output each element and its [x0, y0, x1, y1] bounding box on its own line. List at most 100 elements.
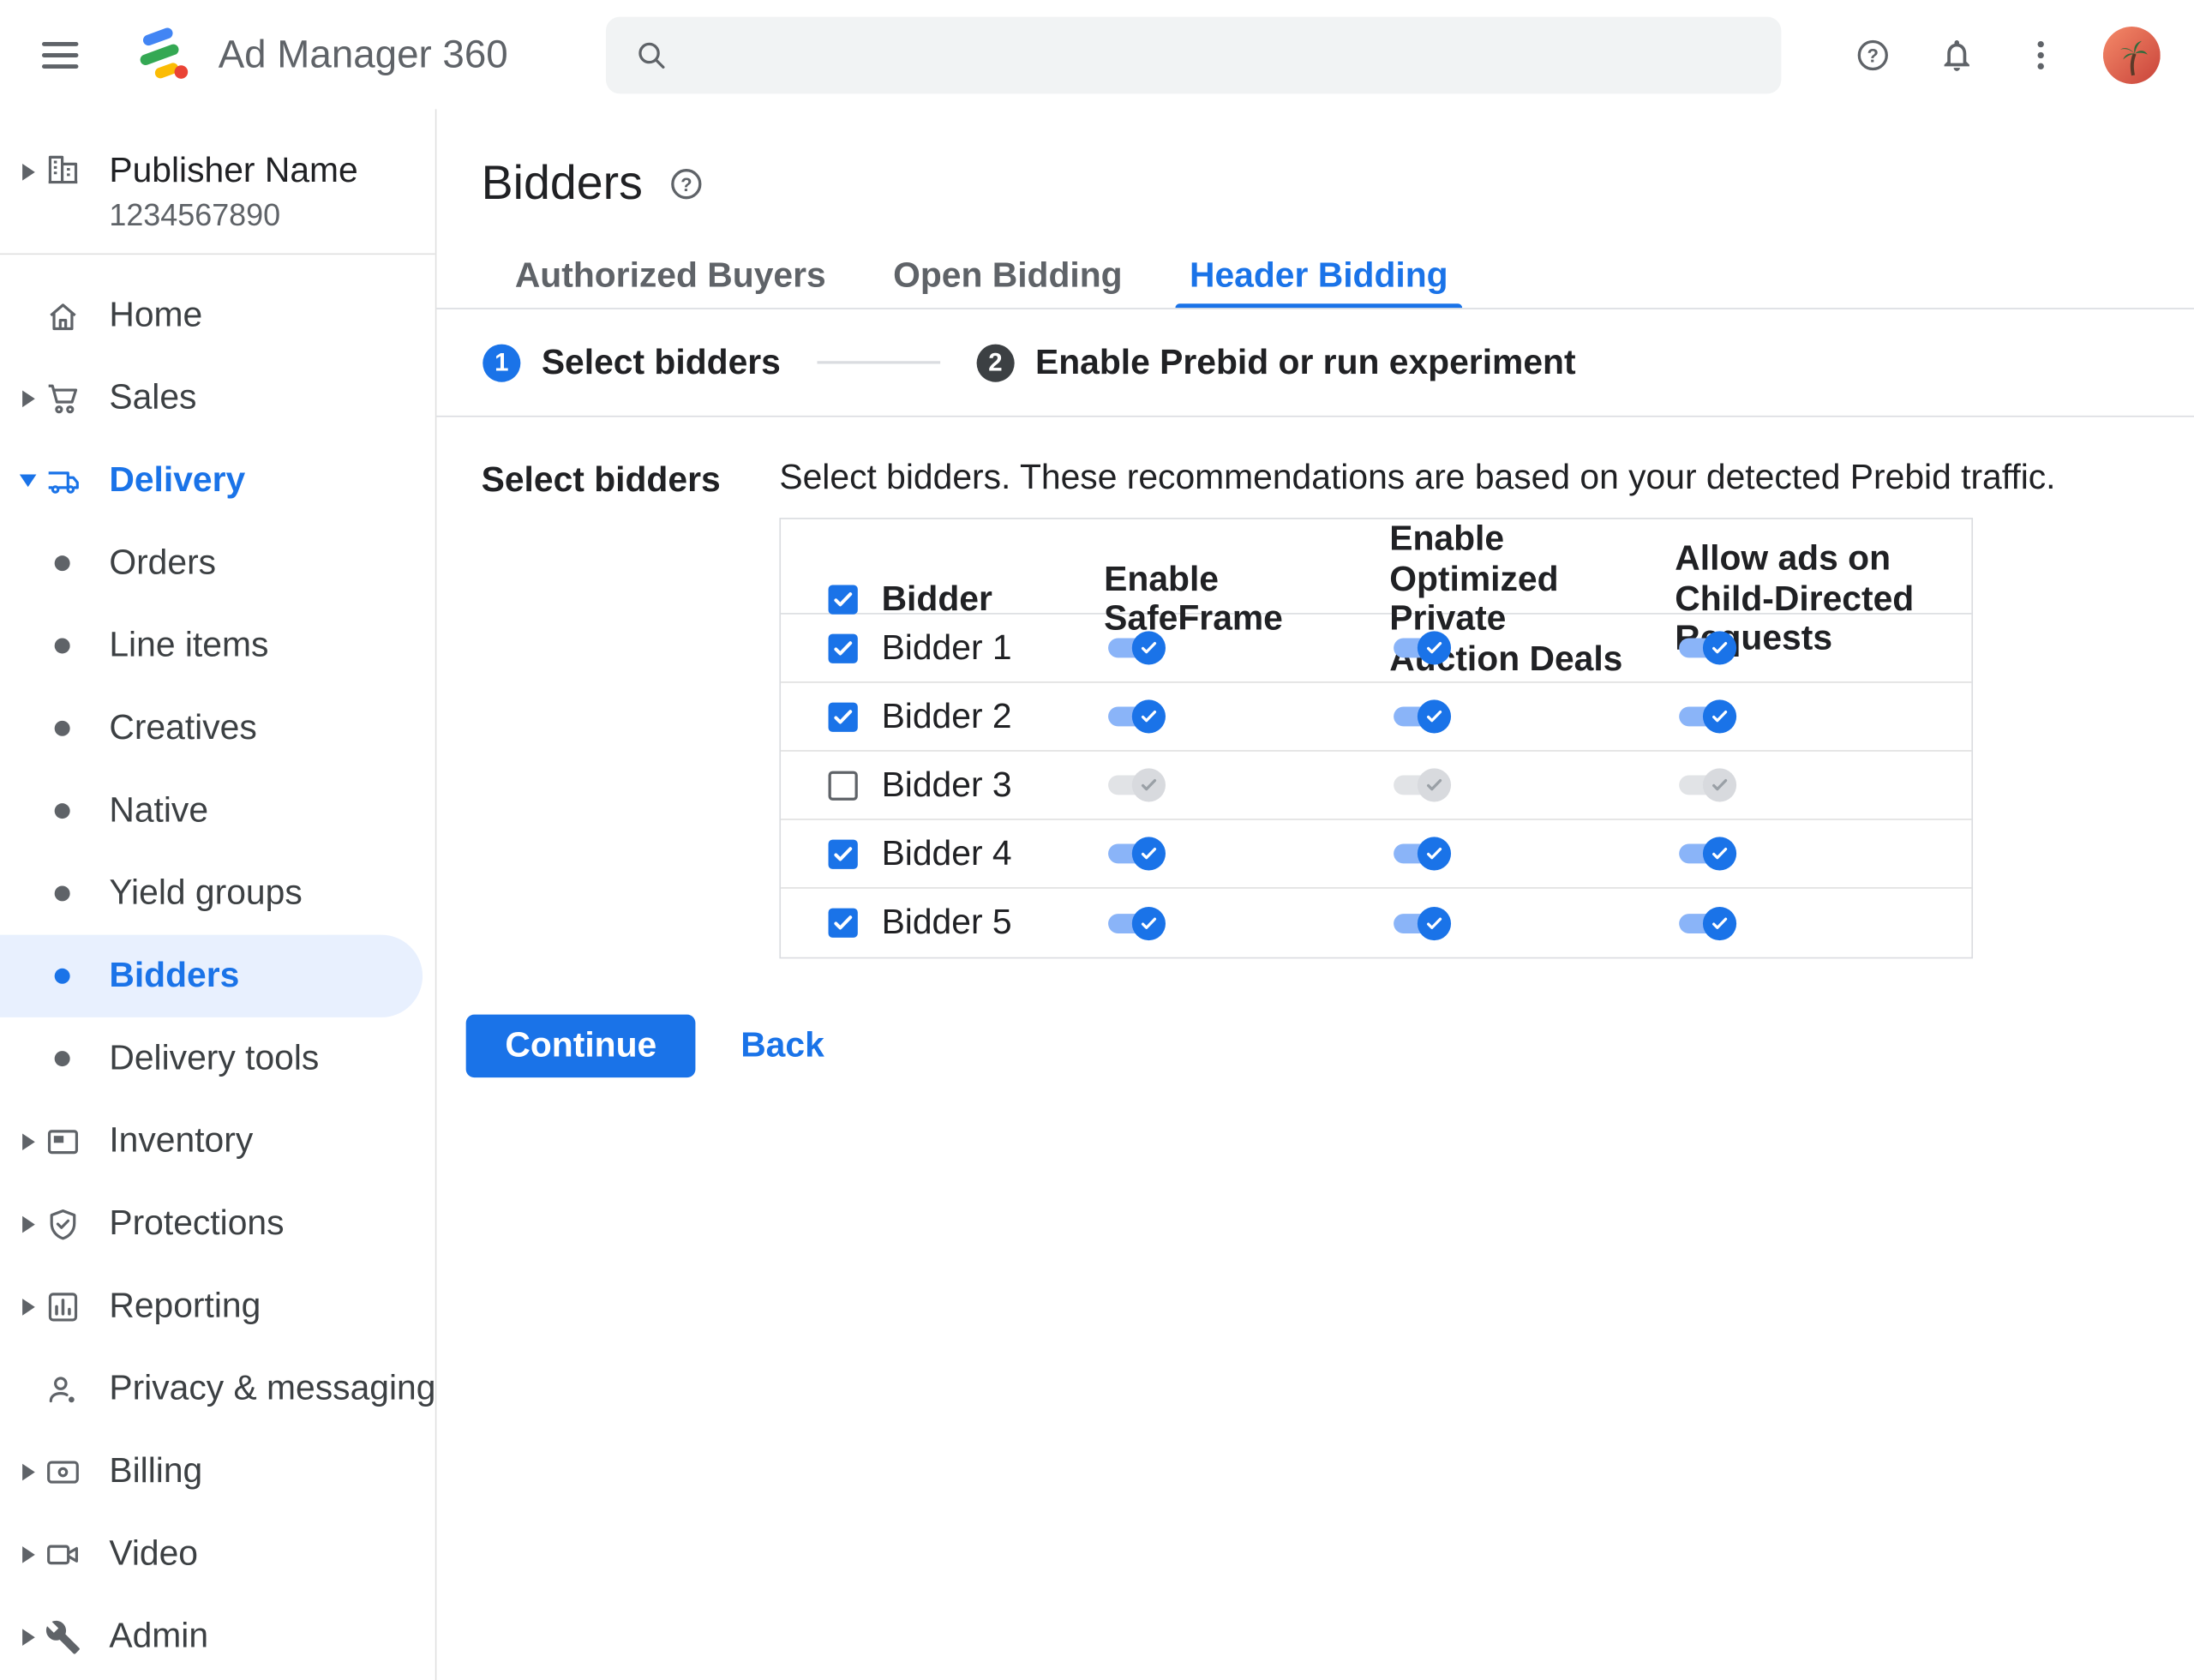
credit-card-icon [45, 1454, 81, 1490]
chevron-right-icon [17, 1298, 39, 1315]
form-actions: Continue Back [465, 1014, 2194, 1078]
page-help-icon[interactable]: ? [668, 165, 705, 203]
section-body: Select bidders. These recommendations ar… [779, 458, 2194, 959]
bidder-name: Bidder 4 [881, 833, 1012, 873]
section-label: Select bidders [481, 460, 721, 500]
page-head: Bidders ? [436, 109, 2194, 211]
top-app-bar: Ad Manager 360 ? [0, 0, 2194, 109]
bidder-checkbox[interactable] [828, 838, 858, 869]
avatar[interactable] [2102, 26, 2161, 84]
child-directed-toggle[interactable] [1679, 699, 1737, 734]
bidder-checkbox[interactable] [828, 633, 858, 663]
bidder-checkbox[interactable] [828, 908, 858, 938]
publisher-id: 1234567890 [109, 197, 281, 233]
topbar-actions: ? [1851, 26, 2161, 84]
step-select-bidders[interactable]: 1 Select bidders [483, 342, 781, 382]
notifications-icon[interactable] [1935, 33, 1977, 75]
sidebar-item-yield-groups[interactable]: Yield groups [0, 852, 435, 934]
sidebar-nav: Home Sales Delivery Orders Line items Cr… [0, 255, 435, 1677]
overflow-menu-icon[interactable] [2019, 33, 2061, 75]
menu-icon[interactable] [41, 41, 79, 69]
sidebar-item-billing[interactable]: Billing [0, 1431, 435, 1513]
safeframe-toggle[interactable] [1108, 837, 1166, 871]
sidebar-item-privacy-messaging[interactable]: Privacy & messaging [0, 1347, 435, 1430]
optimized-deals-toggle[interactable] [1394, 768, 1452, 802]
sidebar-item-sales[interactable]: Sales [0, 357, 435, 439]
optimized-deals-toggle[interactable] [1394, 837, 1452, 871]
continue-button[interactable]: Continue [465, 1014, 696, 1078]
safeframe-toggle[interactable] [1108, 906, 1166, 940]
safeframe-toggle[interactable] [1108, 699, 1166, 734]
select-bidders-section: Select bidders Select bidders. These rec… [436, 417, 2194, 959]
svg-text:?: ? [1867, 45, 1878, 66]
tab-header-bidding[interactable]: Header Bidding [1156, 245, 1482, 309]
back-link[interactable]: Back [740, 1026, 824, 1066]
publisher-text: Publisher Name 1234567890 [109, 151, 357, 233]
search-bar[interactable] [606, 15, 1782, 93]
stepper: 1 Select bidders 2 Enable Prebid or run … [436, 309, 2194, 416]
sidebar-item-protections[interactable]: Protections [0, 1183, 435, 1265]
sidebar-item-orders[interactable]: Orders [0, 522, 435, 604]
safeframe-toggle[interactable] [1108, 631, 1166, 665]
optimized-deals-toggle[interactable] [1394, 699, 1452, 734]
sidebar-item-home[interactable]: Home [0, 274, 435, 357]
chevron-right-icon [17, 1629, 39, 1646]
tab-authorized-buyers[interactable]: Authorized Buyers [482, 245, 860, 308]
publisher-name: Publisher Name [109, 151, 358, 191]
tab-bar: Authorized Buyers Open Bidding Header Bi… [436, 245, 2194, 309]
main-content: Bidders ? Authorized Buyers Open Bidding… [436, 109, 2194, 1680]
child-directed-toggle[interactable] [1679, 837, 1737, 871]
optimized-deals-toggle[interactable] [1394, 631, 1452, 665]
child-directed-toggle[interactable] [1679, 906, 1737, 940]
table-row: Bidder 3 [781, 752, 1972, 820]
sidebar-item-reporting[interactable]: Reporting [0, 1265, 435, 1347]
bidder-name: Bidder 3 [881, 765, 1012, 804]
sidebar-item-bidders[interactable]: Bidders [0, 934, 423, 1017]
chevron-right-icon [17, 1463, 39, 1480]
bullet-icon [54, 555, 70, 572]
page-title: Bidders [481, 156, 643, 210]
bidder-checkbox[interactable] [828, 701, 858, 732]
sidebar-item-line-items[interactable]: Line items [0, 604, 435, 687]
chevron-right-icon [17, 1133, 39, 1150]
search-icon [638, 42, 665, 69]
bullet-icon [54, 968, 70, 984]
bidder-name: Bidder 1 [881, 627, 1012, 667]
bar-chart-icon [45, 1288, 81, 1324]
sidebar-item-inventory[interactable]: Inventory [0, 1100, 435, 1182]
header-bidder-cell: Bidder [781, 579, 1088, 619]
step-2-circle: 2 [976, 343, 1015, 381]
sidebar-item-video[interactable]: Video [0, 1513, 435, 1595]
sidebar-item-creatives[interactable]: Creatives [0, 687, 435, 770]
shield-icon [45, 1206, 81, 1242]
sidebar-item-delivery-tools[interactable]: Delivery tools [0, 1017, 435, 1100]
chevron-right-icon [17, 390, 39, 407]
optimized-deals-toggle[interactable] [1394, 906, 1452, 940]
bidders-table: Bidder Enable SafeFrame Enable Optimized… [779, 518, 1974, 959]
table-row: Bidder 4 [781, 820, 1972, 889]
child-directed-toggle[interactable] [1679, 631, 1737, 665]
select-all-checkbox[interactable] [828, 584, 858, 614]
chevron-right-icon [17, 164, 39, 181]
sidebar-item-admin[interactable]: Admin [0, 1595, 435, 1677]
inventory-icon [45, 1123, 81, 1159]
child-directed-toggle[interactable] [1679, 768, 1737, 802]
step-enable-prebid[interactable]: 2 Enable Prebid or run experiment [976, 342, 1576, 382]
search-input[interactable] [689, 34, 1753, 75]
sidebar-item-delivery[interactable]: Delivery [0, 440, 435, 522]
bidder-name: Bidder 5 [881, 903, 1012, 942]
svg-text:?: ? [681, 174, 692, 195]
bullet-icon [54, 638, 70, 654]
layout: Publisher Name 1234567890 Home Sales Del… [0, 109, 2194, 1680]
safeframe-toggle[interactable] [1108, 768, 1166, 802]
help-icon[interactable]: ? [1851, 33, 1893, 75]
tab-open-bidding[interactable]: Open Bidding [860, 245, 1156, 308]
bullet-icon [54, 885, 70, 902]
cart-icon [45, 380, 81, 416]
sidebar-item-native[interactable]: Native [0, 770, 435, 852]
publisher-selector[interactable]: Publisher Name 1234567890 [0, 109, 435, 253]
bidder-checkbox[interactable] [828, 770, 858, 801]
chevron-down-icon [17, 474, 39, 487]
ad-manager-app: Ad Manager 360 ? Publisher Name 12345678… [0, 0, 2194, 1680]
table-header-row: Bidder Enable SafeFrame Enable Optimized… [781, 519, 1972, 678]
